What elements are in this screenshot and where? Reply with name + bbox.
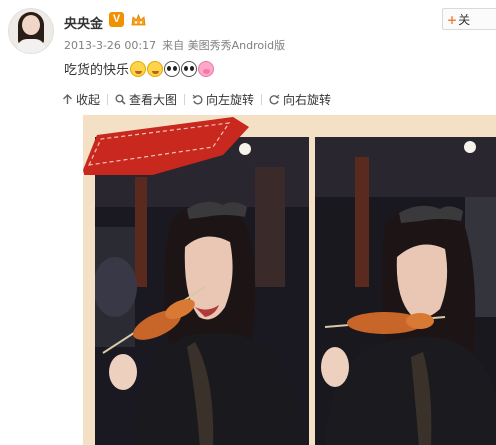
rotate-left-button[interactable]: 向左旋转 — [185, 91, 261, 108]
view-large-button[interactable]: 查看大图 — [108, 91, 184, 108]
view-large-label: 查看大图 — [129, 92, 178, 107]
post-text: 吃货的快乐 — [64, 59, 215, 78]
photo-right — [315, 137, 496, 445]
vip-crown-icon[interactable] — [130, 12, 147, 28]
image-toolbar: 收起 查看大图 向左旋转 向右旋转 — [62, 90, 338, 108]
rotate-right-button[interactable]: 向右旋转 — [262, 91, 338, 108]
photo-left-illustration — [95, 137, 309, 445]
post-source[interactable]: 来自 美图秀秀Android版 — [162, 39, 285, 52]
avatar-face — [22, 15, 40, 35]
post-image[interactable] — [83, 115, 496, 445]
username-link[interactable]: 央央金 — [64, 13, 103, 32]
post-timestamp[interactable]: 2013-3-26 00:17 — [64, 39, 156, 52]
photo-right-illustration — [315, 137, 496, 445]
photo-left — [95, 137, 309, 445]
user-avatar[interactable] — [8, 8, 54, 54]
arrow-up-icon — [63, 93, 72, 104]
rotate-right-label: 向右旋转 — [283, 92, 332, 107]
magnifier-icon — [115, 94, 126, 105]
post-text-content: 吃货的快乐 — [64, 63, 130, 78]
collapse-button[interactable]: 收起 — [62, 91, 107, 108]
rotate-left-icon — [192, 94, 203, 105]
panda-emoji-icon — [164, 60, 181, 77]
plus-icon: + — [447, 13, 458, 27]
verified-badge-icon[interactable]: V — [109, 12, 124, 27]
follow-label: 关 — [458, 13, 471, 27]
collapse-label: 收起 — [76, 92, 101, 107]
drool-emoji-icon — [130, 60, 147, 77]
follow-button[interactable]: +关 — [442, 8, 496, 30]
panda-emoji-icon — [181, 60, 198, 77]
pig-emoji-icon — [198, 60, 215, 77]
drool-emoji-icon — [147, 60, 164, 77]
avatar-body — [17, 39, 45, 53]
rotate-right-icon — [269, 94, 280, 105]
post-meta: 2013-3-26 00:17 来自 美图秀秀Android版 — [64, 37, 285, 53]
rotate-left-label: 向左旋转 — [206, 92, 255, 107]
